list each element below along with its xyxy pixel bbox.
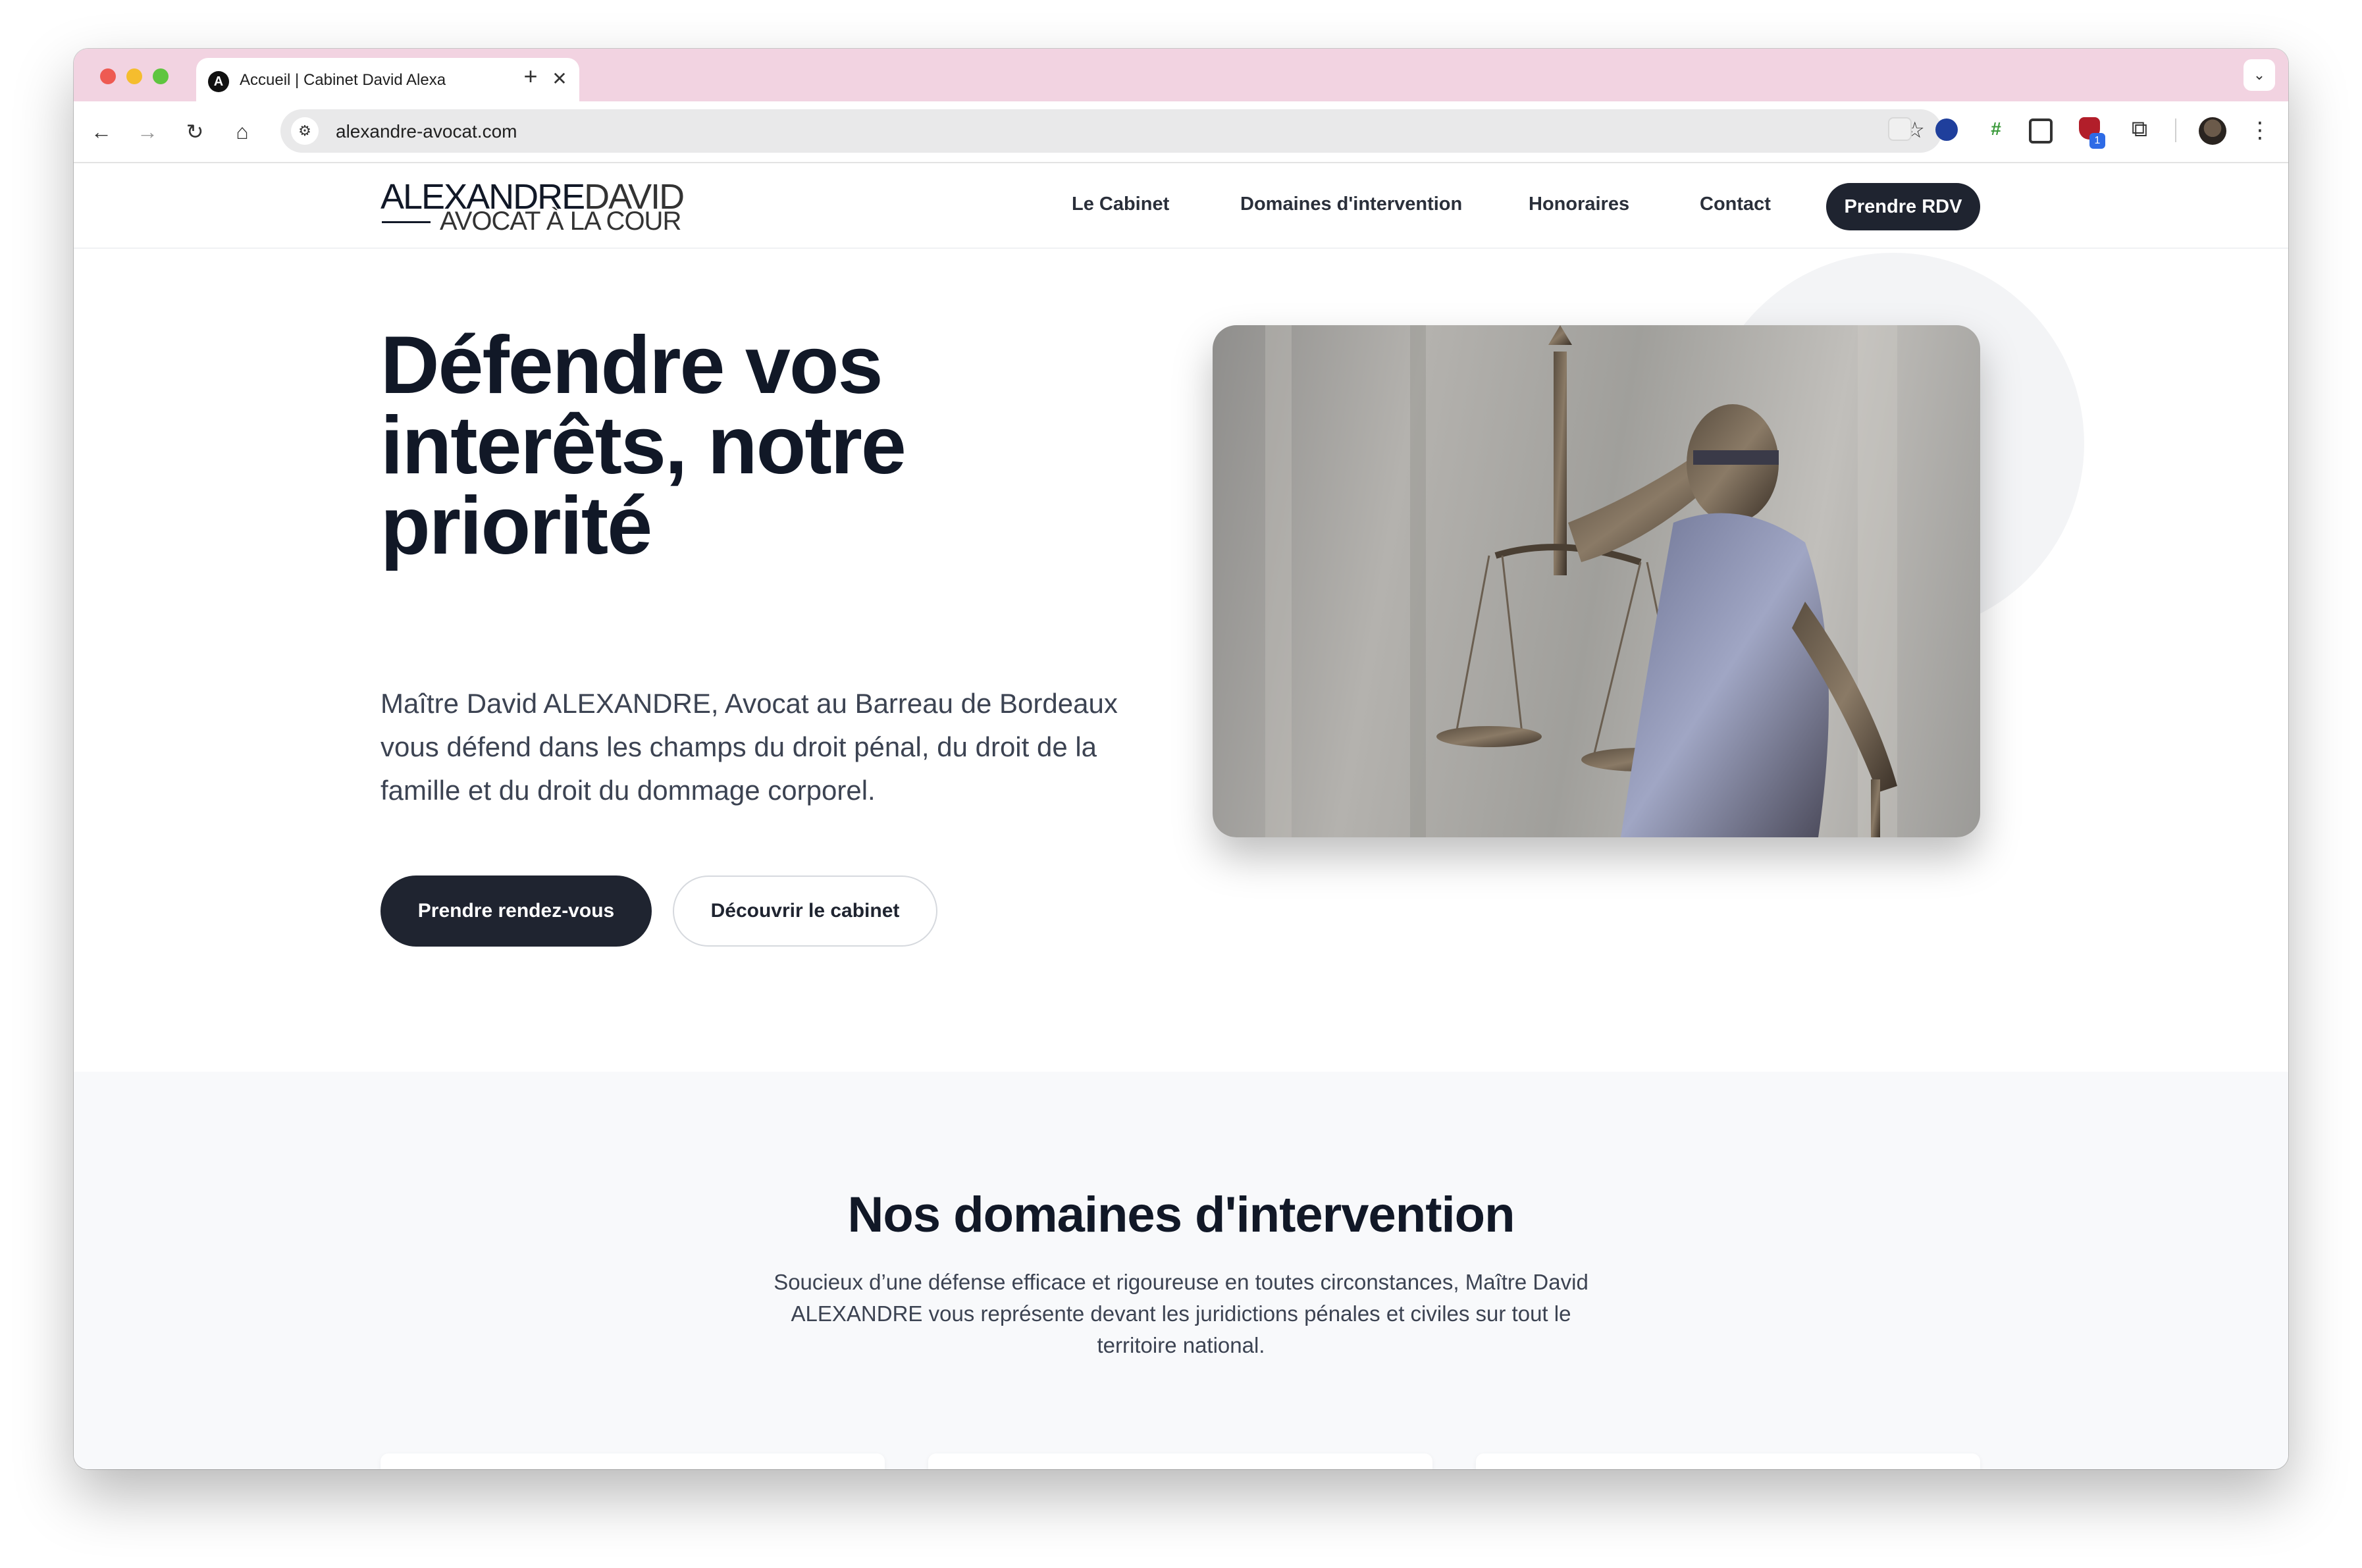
nav-honoraires[interactable]: Honoraires	[1529, 194, 1629, 215]
home-icon[interactable]: ⌂	[228, 117, 257, 146]
prendre-rdv-button[interactable]: Prendre RDV	[1826, 183, 1980, 230]
site-settings-icon[interactable]: ⚙	[291, 117, 319, 145]
tab-title: Accueil | Cabinet David Alexa	[240, 71, 446, 89]
tab-search-button[interactable]: ⌄	[2244, 59, 2275, 91]
nav-domaines[interactable]: Domaines d'intervention	[1240, 194, 1462, 215]
domains-subtitle: Soucieux d’une défense efficace et rigou…	[774, 1270, 1588, 1357]
profile-avatar[interactable]	[2199, 117, 2226, 145]
nav-le-cabinet[interactable]: Le Cabinet	[1072, 194, 1169, 215]
prendre-rendez-vous-button[interactable]: Prendre rendez-vous	[381, 875, 652, 947]
extension-badge: 1	[2089, 133, 2105, 149]
new-tab-button[interactable]: +	[516, 62, 545, 91]
decouvrir-cabinet-button[interactable]: Découvrir le cabinet	[673, 875, 937, 947]
web-page: ALEXANDREDAVID AVOCAT À LA COUR Le Cabin…	[74, 163, 2288, 1469]
domain-card-dommage[interactable]	[1476, 1453, 1980, 1469]
close-tab-icon[interactable]: ✕	[548, 67, 571, 91]
domains-section: Nos domaines d'intervention Soucieux d’u…	[74, 1072, 2288, 1469]
extension-icon-globe[interactable]	[1935, 118, 1958, 141]
extensions-puzzle-icon[interactable]: ⧉	[2126, 116, 2153, 142]
domains-title: Nos domaines d'intervention	[847, 1187, 1515, 1243]
toolbar-divider	[2175, 118, 2176, 142]
lady-justice-image	[1213, 325, 1980, 837]
domain-card-famille[interactable]	[928, 1453, 1432, 1469]
reload-icon[interactable]: ↻	[180, 117, 209, 146]
tab-title-fade	[473, 68, 512, 95]
logo-tagline: AVOCAT À LA COUR	[440, 207, 681, 236]
maximize-window-button[interactable]	[153, 68, 169, 84]
browser-menu-icon[interactable]: ⋮	[2249, 117, 2271, 144]
minimize-window-button[interactable]	[126, 68, 142, 84]
tab-strip: A Accueil | Cabinet David Alexa ✕ + ⌄	[74, 49, 2288, 101]
back-arrow-icon[interactable]: ←	[87, 117, 116, 146]
site-logo[interactable]: ALEXANDREDAVID AVOCAT À LA COUR	[381, 176, 685, 242]
domain-card-penal[interactable]	[381, 1453, 885, 1469]
address-bar[interactable]: ⚙ alexandre-avocat.com ☆	[280, 109, 1942, 153]
close-window-button[interactable]	[100, 68, 116, 84]
site-favicon-icon: A	[208, 71, 229, 92]
extension-icon-hashtag[interactable]: #	[1983, 116, 2009, 142]
lady-justice-statue-icon	[1265, 325, 1897, 837]
nav-contact[interactable]: Contact	[1700, 194, 1771, 215]
site-header: ALEXANDREDAVID AVOCAT À LA COUR Le Cabin…	[74, 163, 2288, 249]
extension-icon-blank[interactable]	[1888, 117, 1912, 141]
hero-section: Défendre vos interêts, notre priorité Ma…	[74, 248, 2288, 987]
forward-arrow-icon[interactable]: →	[133, 117, 162, 146]
hero-description: Maître David ALEXANDRE, Avocat au Barrea…	[381, 688, 1118, 806]
hero-title: Défendre vos interêts, notre priorité	[381, 320, 906, 571]
logo-rule	[382, 221, 431, 223]
url-text[interactable]: alexandre-avocat.com	[336, 121, 517, 142]
extension-icon-shield[interactable]	[2029, 118, 2053, 144]
browser-window: A Accueil | Cabinet David Alexa ✕ + ⌄ ← …	[74, 49, 2288, 1469]
browser-toolbar: ← → ↻ ⌂ ⚙ alexandre-avocat.com ☆ # 1 ⧉ ⋮	[74, 101, 2288, 163]
